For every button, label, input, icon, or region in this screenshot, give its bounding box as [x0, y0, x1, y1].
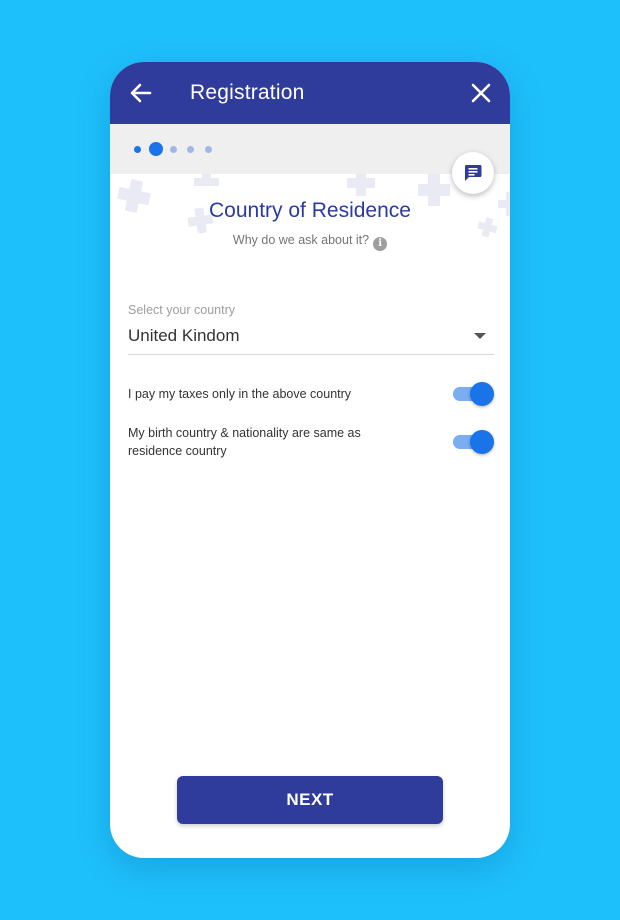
toggle-label-nationality: My birth country & nationality are same …: [128, 426, 361, 458]
close-icon: [471, 83, 491, 103]
back-button[interactable]: [128, 80, 154, 106]
toggle-label-taxes: I pay my taxes only in the above country: [128, 387, 352, 401]
dropdown-arrow-icon: [474, 333, 486, 339]
step-dot-2-current: [149, 142, 163, 156]
country-select-label: Select your country: [128, 303, 235, 317]
toggle-thumb: [470, 430, 494, 454]
step-dot-5: [205, 146, 212, 153]
toggle-thumb: [470, 382, 494, 406]
step-progress: [110, 124, 510, 174]
toggle-row-taxes: I pay my taxes only in the above country: [128, 382, 494, 406]
chat-bubble-icon: [464, 165, 482, 181]
taxes-toggle-switch[interactable]: [452, 382, 494, 406]
arrow-left-icon: [130, 83, 152, 103]
app-bar: Registration: [110, 62, 510, 124]
page-title: Registration: [190, 81, 305, 104]
why-we-ask-link[interactable]: Why do we ask about it?: [233, 233, 369, 247]
close-button[interactable]: [468, 80, 494, 106]
next-button[interactable]: NEXT: [177, 776, 443, 824]
step-dot-3: [170, 146, 177, 153]
step-dot-4: [187, 146, 194, 153]
step-dot-1: [134, 146, 141, 153]
info-icon[interactable]: i: [373, 237, 388, 251]
nationality-toggle-switch[interactable]: [452, 430, 494, 454]
country-select-value: United Kindom: [128, 326, 240, 345]
country-select[interactable]: United Kindom: [128, 320, 494, 355]
chat-button[interactable]: [452, 152, 494, 194]
why-we-ask: Why do we ask about it? i: [110, 232, 510, 251]
phone-screen: Registration Country of Residence Why do…: [110, 62, 510, 858]
section-title: Country of Residence: [209, 199, 411, 222]
toggle-row-nationality: My birth country & nationality are same …: [128, 424, 494, 460]
